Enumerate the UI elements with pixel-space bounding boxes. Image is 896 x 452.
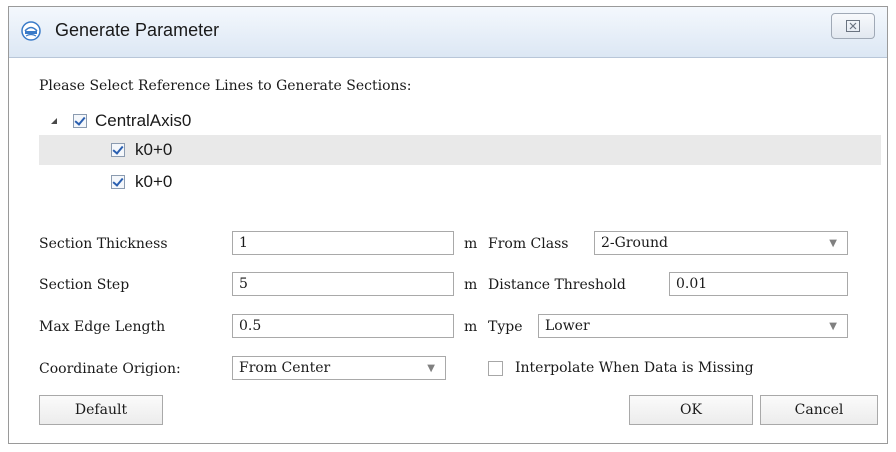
close-button[interactable] [831,13,875,39]
chevron-down-icon: ▼ [427,363,435,374]
section-thickness-input[interactable]: 1 [232,231,454,255]
tree-node-root[interactable]: CentralAxis0 [49,107,191,135]
tree-node-child-1[interactable]: k0+0 [111,136,172,164]
child-2-checkbox[interactable] [111,175,125,189]
max-edge-length-label: Max Edge Length [39,319,166,335]
tree-root-label: CentralAxis0 [95,111,192,130]
tree-child-2-label: k0+0 [135,172,173,191]
section-thickness-unit: m [464,236,478,252]
interpolate-option[interactable]: Interpolate When Data is Missing [488,360,754,376]
distance-threshold-label: Distance Threshold [488,277,626,293]
chevron-down-icon: ▼ [829,321,837,332]
chevron-down-icon: ▼ [829,238,837,249]
coordinate-origin-label: Coordinate Origion: [39,361,181,377]
reference-lines-prompt: Please Select Reference Lines to Generat… [39,78,412,94]
section-step-input[interactable]: 5 [232,272,454,296]
type-label: Type [488,319,523,335]
window-title: Generate Parameter [55,20,220,40]
distance-threshold-input[interactable]: 0.01 [669,272,848,296]
type-value: Lower [545,318,590,334]
coordinate-origin-value: From Center [239,360,331,376]
root-checkbox[interactable] [73,114,87,128]
type-select[interactable]: Lower ▼ [538,314,848,338]
max-edge-length-input[interactable]: 0.5 [232,314,454,338]
tree-node-child-2[interactable]: k0+0 [111,168,172,196]
ok-button[interactable]: OK [629,395,753,425]
from-class-value: 2-Ground [601,235,668,251]
interpolate-label: Interpolate When Data is Missing [515,360,754,376]
coordinate-origin-select[interactable]: From Center ▼ [232,356,446,380]
interpolate-checkbox[interactable] [488,360,503,376]
tree-expand-icon[interactable] [49,116,59,126]
tree-child-1-label: k0+0 [135,140,173,159]
cancel-button[interactable]: Cancel [760,395,878,425]
title-bar: Generate Parameter [9,7,887,58]
section-step-label: Section Step [39,277,130,293]
child-1-checkbox[interactable] [111,143,125,157]
from-class-label: From Class [488,236,569,252]
max-edge-length-unit: m [464,319,478,335]
default-button[interactable]: Default [39,395,163,425]
from-class-select[interactable]: 2-Ground ▼ [594,231,848,255]
section-thickness-label: Section Thickness [39,236,168,252]
section-step-unit: m [464,277,478,293]
generate-parameter-dialog: Generate Parameter Please Select Referen… [8,6,888,444]
app-icon [21,21,41,41]
close-icon [846,20,860,32]
